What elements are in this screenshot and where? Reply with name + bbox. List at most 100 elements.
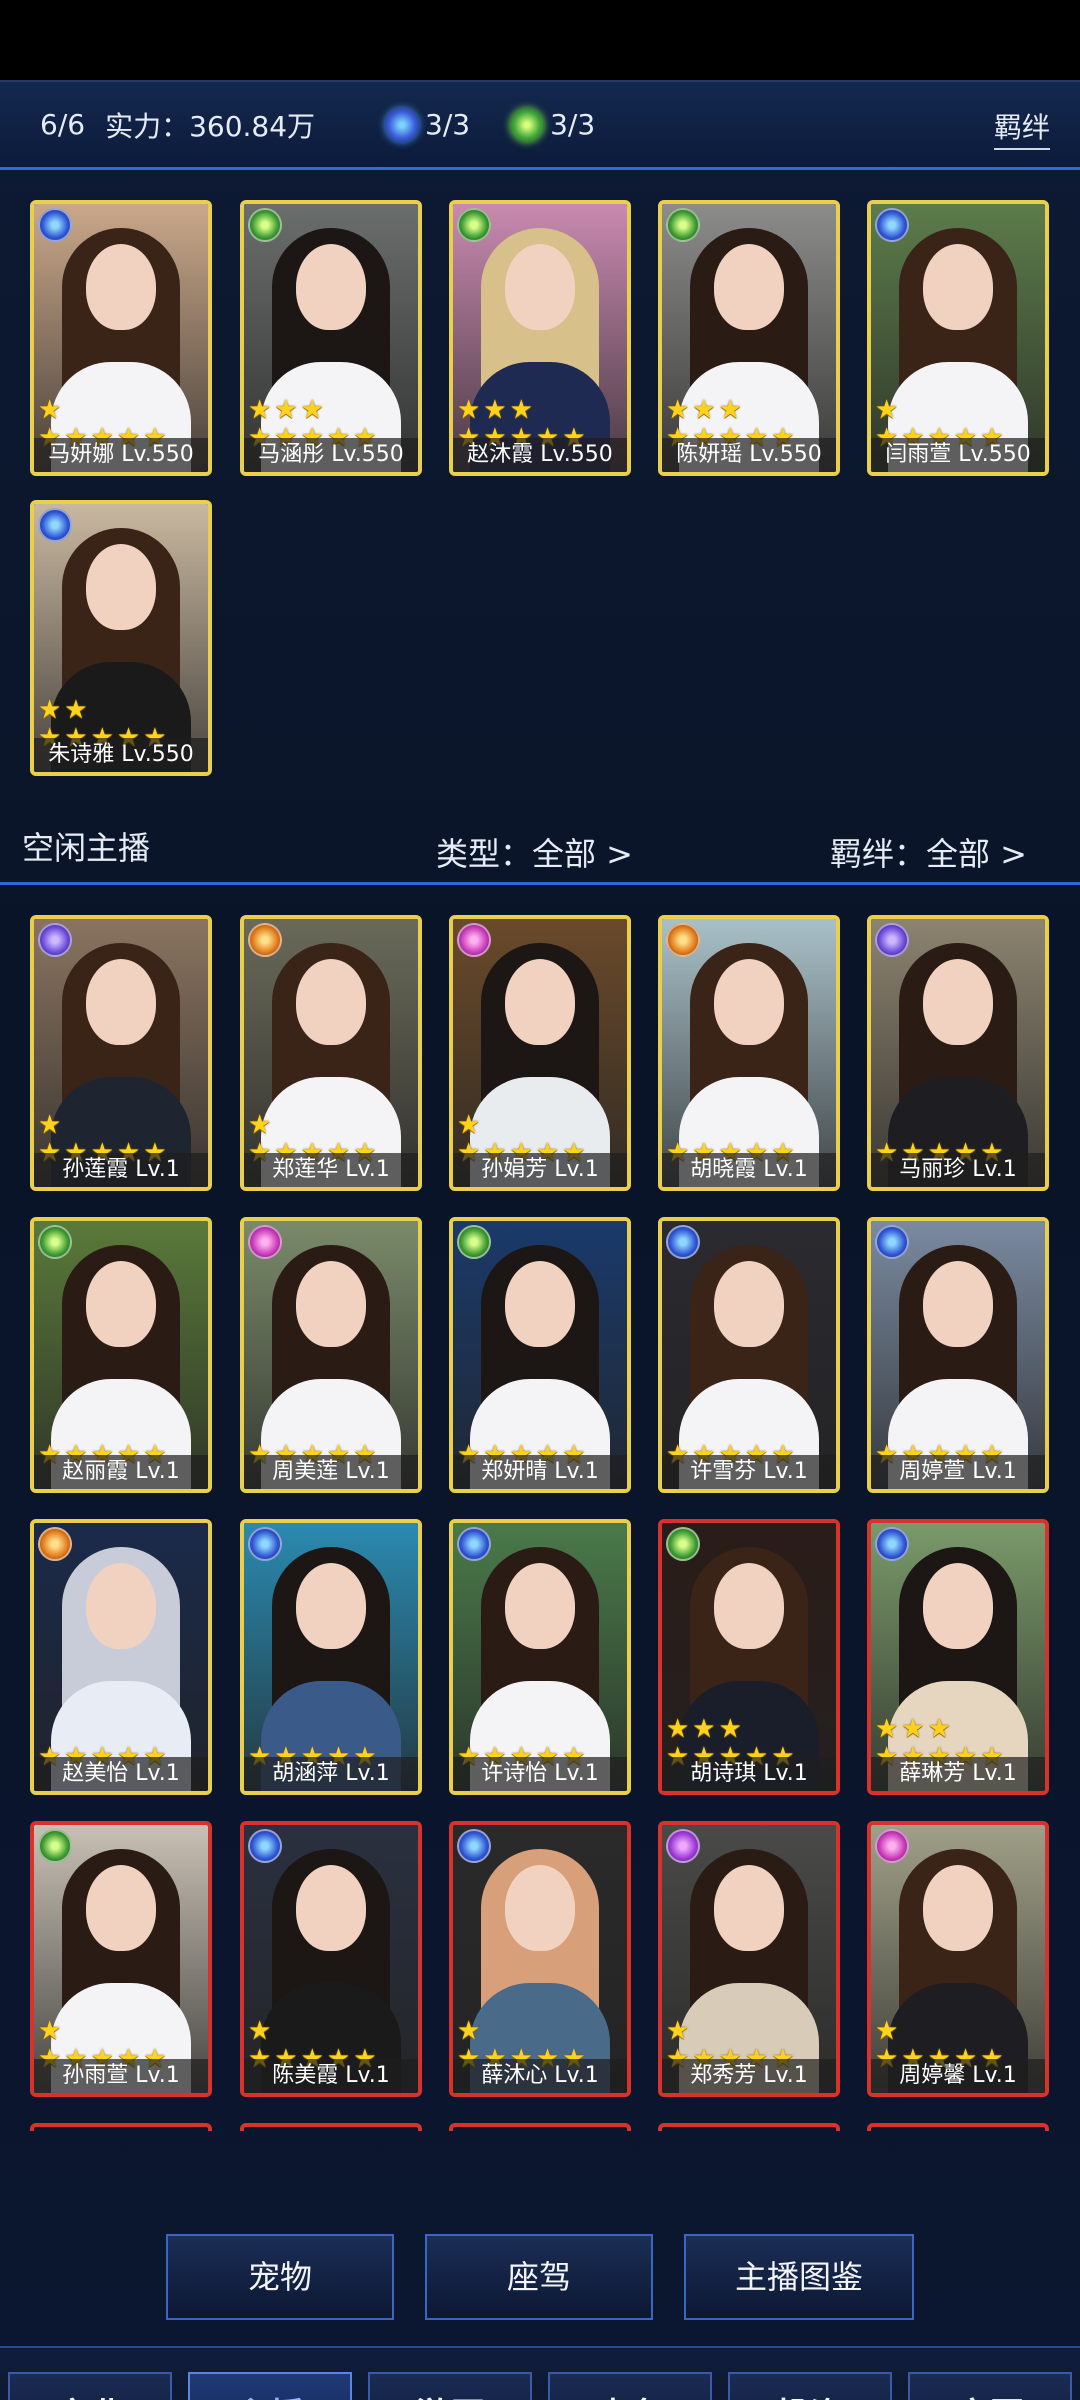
host-name: 孙雨萱 Lv.1	[34, 2059, 208, 2093]
host-face	[505, 1261, 575, 1347]
orange-element-icon	[248, 923, 282, 957]
host-name: 陈美霞 Lv.1	[244, 2059, 418, 2093]
active-host-card[interactable]: ★★★★★★马妍娜 Lv.550	[30, 200, 212, 476]
star-rating-icon: ★	[38, 1110, 65, 1140]
star-rating-icon: ★	[875, 2016, 902, 2046]
blue-element-icon	[457, 1829, 491, 1863]
host-name: 朱诗雅 Lv.550	[34, 738, 208, 772]
idle-host-card[interactable]: ★★★★★许雪芬 Lv.1	[658, 1217, 840, 1493]
idle-host-card[interactable]: ★★★★★★周婷馨 Lv.1	[867, 1821, 1049, 2097]
idle-host-card[interactable]: ★★★★★郑妍晴 Lv.1	[449, 1217, 631, 1493]
bond-button[interactable]: 羁绊	[993, 106, 1050, 150]
idle-host-card[interactable]: ★★★★★胡涵萍 Lv.1	[240, 1519, 422, 1795]
star-rating-icon: ★★	[38, 695, 91, 725]
bond-filter-button[interactable]: 羁绊：全部 >	[830, 829, 1027, 875]
host-name: 许雪芬 Lv.1	[662, 1455, 836, 1489]
host-face	[923, 1865, 993, 1951]
idle-host-card[interactable]: ★★★★★★孙雨萱 Lv.1	[30, 1821, 212, 2097]
team-power: 实力：360.84万	[105, 109, 316, 143]
star-rating-icon: ★	[457, 1110, 484, 1140]
blue-orb-icon	[385, 107, 420, 142]
star-rating-icon: ★	[38, 395, 65, 425]
host-face	[923, 1261, 993, 1347]
nav-invest[interactable]: 投资	[728, 2372, 892, 2400]
idle-host-title: 空闲主播	[22, 829, 151, 867]
blue-element-icon	[875, 1527, 909, 1561]
blue-element-icon	[248, 1527, 282, 1561]
mount-button[interactable]: 座驾	[425, 2234, 653, 2320]
idle-host-card[interactable]: ★★★★★赵美怡 Lv.1	[30, 1519, 212, 1795]
idle-host-card[interactable]: ★★★★★周美莲 Lv.1	[240, 1217, 422, 1493]
partial-host-card[interactable]	[449, 2123, 631, 2131]
blue-element-icon	[248, 1829, 282, 1863]
nav-travel[interactable]: 游历	[368, 2372, 532, 2400]
host-face	[505, 1865, 575, 1951]
idle-host-card[interactable]: ★★★★★★薛沐心 Lv.1	[449, 1821, 631, 2097]
idle-host-card[interactable]: ★★★★★许诗怡 Lv.1	[449, 1519, 631, 1795]
partial-host-card[interactable]	[30, 2123, 212, 2131]
star-rating-icon: ★★★	[457, 395, 536, 425]
star-rating-icon: ★★★	[875, 1714, 954, 1744]
host-face	[86, 959, 156, 1045]
host-gallery-button[interactable]: 主播图鉴	[684, 2234, 914, 2320]
idle-host-card[interactable]: ★★★★★★孙莲霞 Lv.1	[30, 915, 212, 1191]
pet-button[interactable]: 宠物	[166, 2234, 394, 2320]
idle-host-card[interactable]: ★★★★★周婷萱 Lv.1	[867, 1217, 1049, 1493]
star-rating-icon: ★	[875, 395, 902, 425]
blue-element-icon	[38, 208, 72, 242]
green-element-icon	[457, 208, 491, 242]
active-host-card[interactable]: ★★★★★★★★马涵彤 Lv.550	[240, 200, 422, 476]
team-header: 6/6 实力：360.84万 3/3 3/3 羁绊	[0, 80, 1080, 170]
host-name: 许诗怡 Lv.1	[453, 1757, 627, 1791]
idle-host-card[interactable]: ★★★★★赵丽霞 Lv.1	[30, 1217, 212, 1493]
green-element-icon	[248, 208, 282, 242]
active-host-card[interactable]: ★★★★★★闫雨萱 Lv.550	[867, 200, 1049, 476]
idle-host-card[interactable]: ★★★★★马丽珍 Lv.1	[867, 915, 1049, 1191]
host-face	[505, 244, 575, 330]
idle-host-card[interactable]: ★★★★★★★★薛琳芳 Lv.1	[867, 1519, 1049, 1795]
host-face	[86, 1865, 156, 1951]
host-name: 赵美怡 Lv.1	[34, 1757, 208, 1791]
green-element-icon	[666, 1527, 700, 1561]
partial-host-card[interactable]	[867, 2123, 1049, 2131]
blue-element-icon	[875, 1225, 909, 1259]
host-name: 周婷馨 Lv.1	[871, 2059, 1045, 2093]
partial-host-card[interactable]	[658, 2123, 840, 2131]
nav-industry[interactable]: 产业	[8, 2372, 172, 2400]
host-name: 薛沐心 Lv.1	[453, 2059, 627, 2093]
blue-element-icon	[875, 208, 909, 242]
magenta-element-icon	[248, 1225, 282, 1259]
host-face	[296, 959, 366, 1045]
blue-element-icon	[666, 1225, 700, 1259]
idle-host-card[interactable]: ★★★★★胡晓霞 Lv.1	[658, 915, 840, 1191]
host-name: 薛琳芳 Lv.1	[871, 1757, 1045, 1791]
host-face	[923, 959, 993, 1045]
purple-element-icon	[666, 1829, 700, 1863]
green-element-icon	[457, 1225, 491, 1259]
host-face	[505, 959, 575, 1045]
idle-host-card[interactable]: ★★★★★★孙娟芳 Lv.1	[449, 915, 631, 1191]
partial-host-card[interactable]	[240, 2123, 422, 2131]
app-screen: 6/6 实力：360.84万 3/3 3/3 羁绊 ★★★★★★马妍娜 Lv.5…	[0, 80, 1080, 2400]
nav-affairs[interactable]: 事务	[548, 2372, 712, 2400]
idle-host-card[interactable]: ★★★★★★郑秀芳 Lv.1	[658, 1821, 840, 2097]
orange-element-icon	[666, 923, 700, 957]
active-host-card[interactable]: ★★★★★★★朱诗雅 Lv.550	[30, 500, 212, 776]
green-element-icon	[38, 1829, 72, 1863]
host-face	[296, 1865, 366, 1951]
star-rating-icon: ★★★	[666, 395, 745, 425]
violet-element-icon	[875, 923, 909, 957]
active-host-card[interactable]: ★★★★★★★★陈妍瑶 Lv.550	[658, 200, 840, 476]
active-host-card[interactable]: ★★★★★★★★赵沐霞 Lv.550	[449, 200, 631, 476]
blue-resource-value: 3/3	[425, 108, 471, 141]
nav-home[interactable]: 家园	[908, 2372, 1072, 2400]
host-face	[505, 1563, 575, 1649]
host-name: 陈妍瑶 Lv.550	[662, 438, 836, 472]
nav-host[interactable]: 主播	[188, 2372, 352, 2400]
host-face	[86, 544, 156, 630]
idle-host-card[interactable]: ★★★★★★郑莲华 Lv.1	[240, 915, 422, 1191]
idle-host-card[interactable]: ★★★★★★★★胡诗琪 Lv.1	[658, 1519, 840, 1795]
idle-host-card[interactable]: ★★★★★★陈美霞 Lv.1	[240, 1821, 422, 2097]
type-filter-button[interactable]: 类型：全部 >	[436, 829, 633, 875]
blue-resource: 3/3	[385, 107, 471, 142]
